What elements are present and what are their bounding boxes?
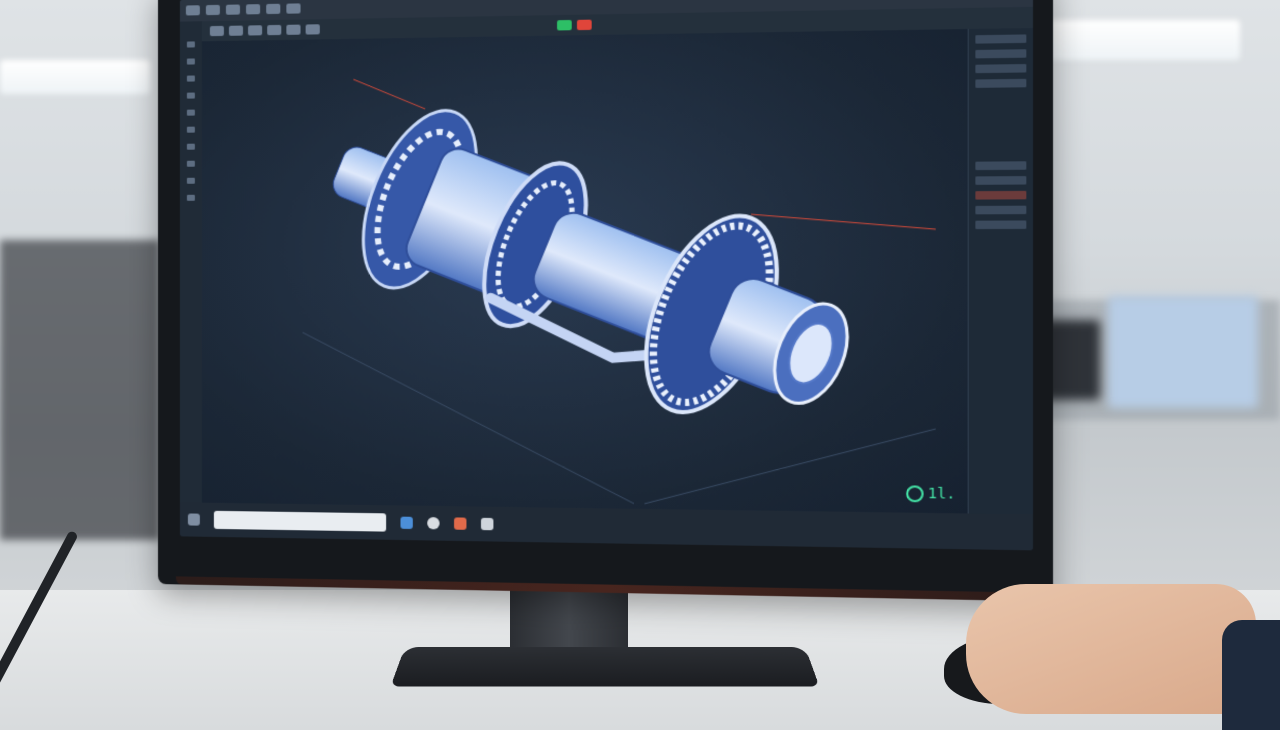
- construction-line: [353, 78, 425, 109]
- help-icon[interactable]: [286, 3, 300, 13]
- monitor: 1l.: [150, 0, 1010, 592]
- tool-icon[interactable]: [187, 75, 195, 81]
- properties-panel: [968, 28, 1033, 514]
- construction-line: [751, 213, 936, 229]
- tool-icon[interactable]: [187, 127, 195, 133]
- property-row[interactable]: [975, 34, 1026, 43]
- tool-icon[interactable]: [187, 93, 195, 99]
- layers-icon[interactable]: [306, 24, 320, 34]
- monitor-bezel: 1l.: [158, 0, 1053, 602]
- status-ring-icon: [906, 485, 924, 502]
- stop-icon[interactable]: [577, 20, 592, 31]
- tool-icon[interactable]: [187, 144, 195, 150]
- hand: [966, 584, 1256, 714]
- property-row[interactable]: [975, 161, 1026, 170]
- status-indicator: 1l.: [906, 485, 956, 502]
- move-icon[interactable]: [229, 26, 243, 36]
- property-row[interactable]: [975, 79, 1026, 88]
- grid-line: [644, 426, 935, 507]
- windows-icon[interactable]: [400, 517, 412, 529]
- wireframe-model: [202, 29, 969, 513]
- file-icon[interactable]: [206, 5, 220, 15]
- tool-icon[interactable]: [187, 178, 195, 184]
- property-row[interactable]: [975, 49, 1026, 58]
- tool-icon[interactable]: [187, 41, 195, 47]
- property-row[interactable]: [975, 191, 1026, 200]
- tool-icon[interactable]: [187, 195, 195, 201]
- property-row[interactable]: [975, 220, 1026, 229]
- browser-icon[interactable]: [427, 517, 439, 529]
- grid-line: [303, 332, 634, 503]
- property-row[interactable]: [975, 64, 1026, 73]
- background-screen: [1108, 296, 1258, 408]
- ceiling-light: [0, 60, 150, 94]
- property-row[interactable]: [975, 176, 1026, 185]
- tools-icon[interactable]: [266, 4, 280, 14]
- background-monitor: [0, 240, 160, 540]
- property-row[interactable]: [975, 206, 1026, 215]
- tool-icon[interactable]: [187, 110, 195, 116]
- scale-icon[interactable]: [267, 25, 281, 35]
- measure-icon[interactable]: [286, 25, 300, 35]
- sleeve: [1222, 620, 1280, 730]
- chat-icon[interactable]: [481, 518, 493, 530]
- start-icon[interactable]: [188, 513, 200, 525]
- edit-icon[interactable]: [226, 4, 240, 14]
- 3d-viewport[interactable]: [202, 29, 969, 513]
- view-icon[interactable]: [246, 4, 260, 14]
- left-tool-sidebar: [180, 21, 202, 502]
- taskbar-search-input[interactable]: [214, 511, 386, 532]
- rotate-icon[interactable]: [248, 25, 262, 35]
- tool-icon[interactable]: [187, 161, 195, 167]
- tool-icon[interactable]: [187, 58, 195, 64]
- run-icon[interactable]: [557, 20, 572, 31]
- menu-icon[interactable]: [186, 5, 200, 15]
- status-readout: 1l.: [928, 486, 956, 503]
- app-icon[interactable]: [454, 517, 466, 529]
- select-icon[interactable]: [210, 26, 224, 36]
- cad-application-window: 1l.: [180, 0, 1033, 550]
- monitor-stand-base: [391, 647, 820, 686]
